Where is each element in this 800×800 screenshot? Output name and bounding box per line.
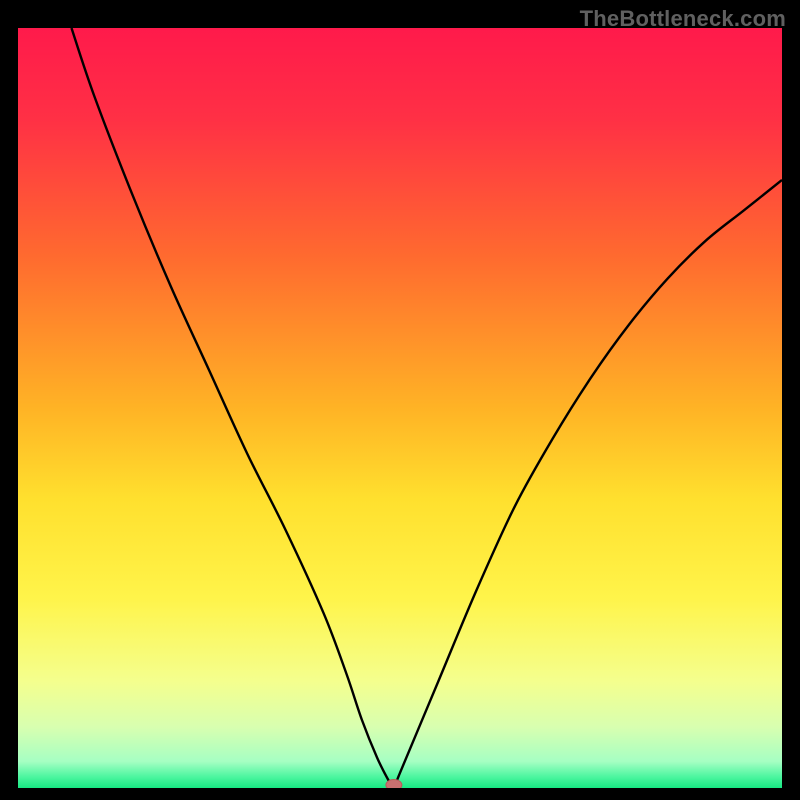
bottleneck-chart [18,28,782,788]
gradient-background [18,28,782,788]
chart-frame: TheBottleneck.com [0,0,800,800]
plot-area [18,28,782,788]
optimal-point-marker [386,780,402,789]
